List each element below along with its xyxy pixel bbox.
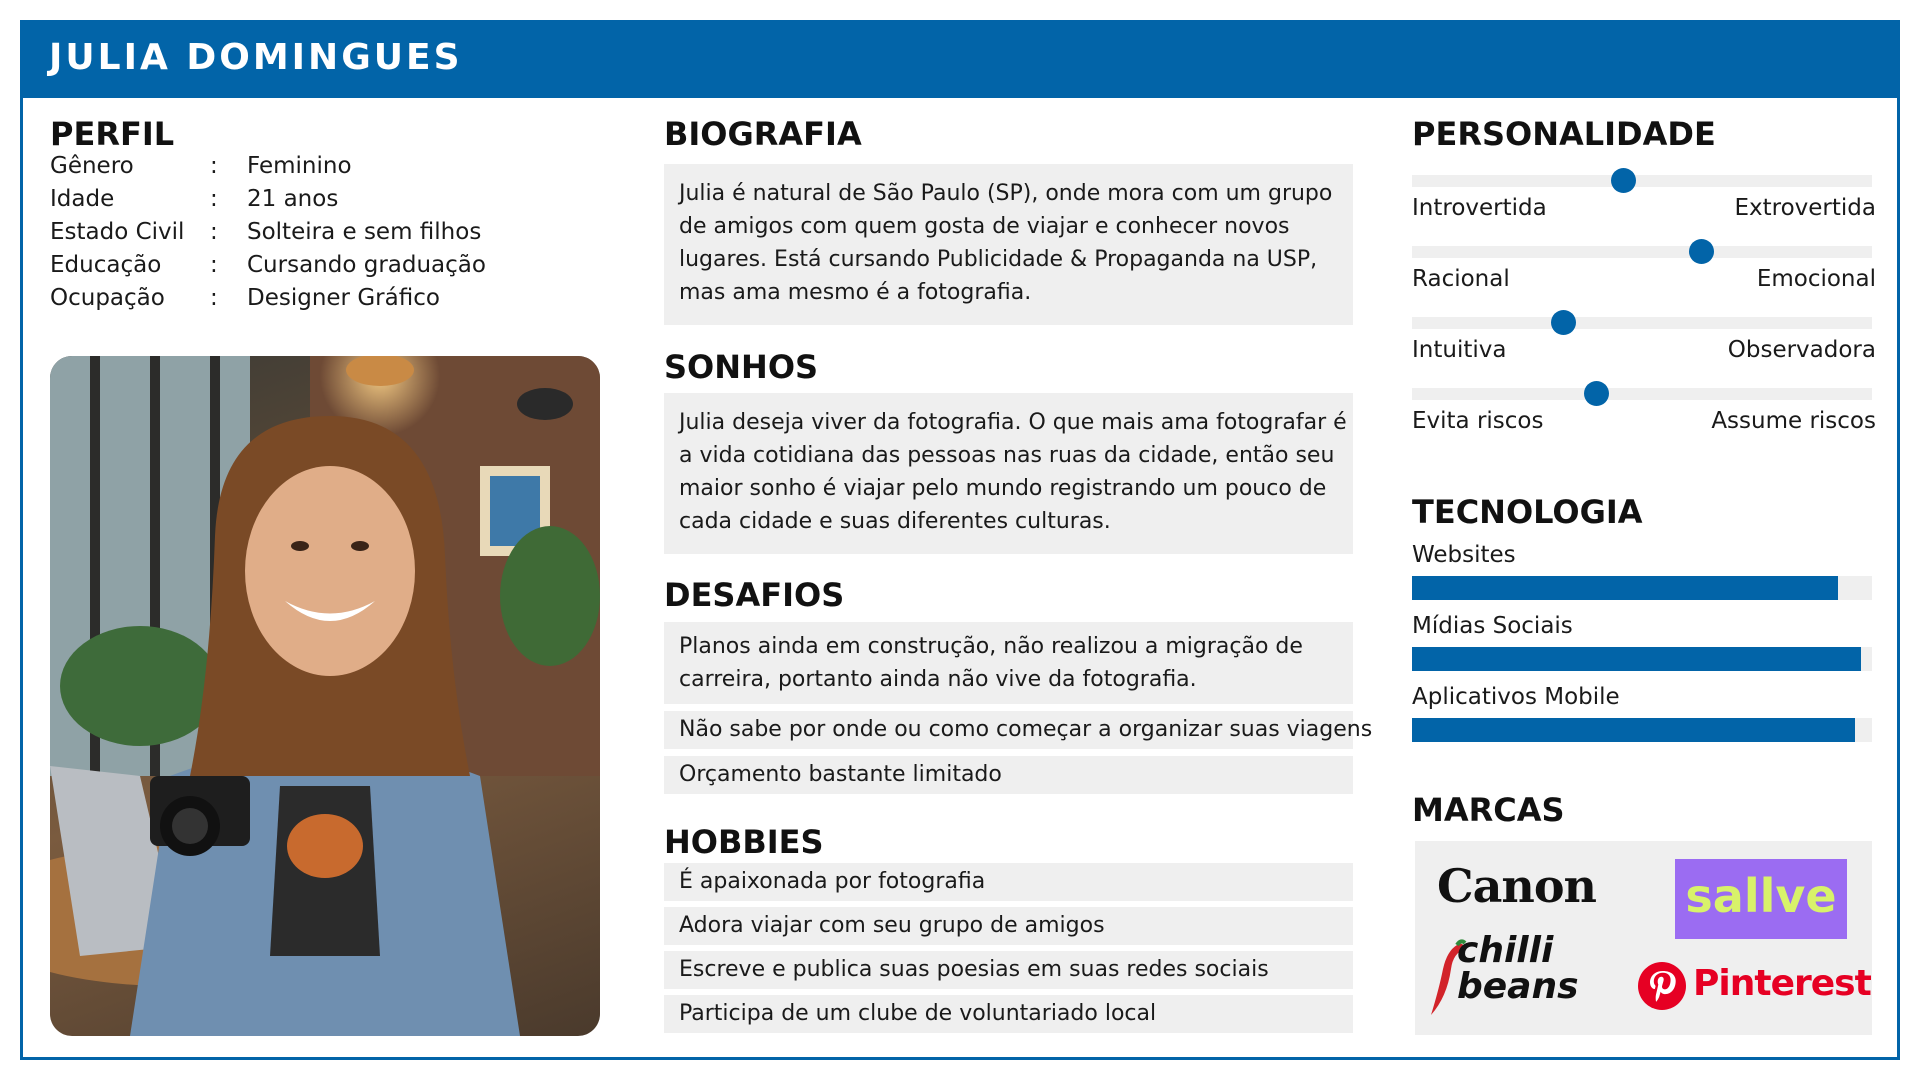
trait-left: Intuitiva (1412, 337, 1507, 363)
profile-separator: : (210, 186, 218, 212)
dreams-box: Julia deseja viver da fotografia. O que … (664, 393, 1353, 554)
profile-label: Educação (50, 252, 162, 278)
profile-value: 21 anos (247, 186, 339, 212)
profile-separator: : (210, 252, 218, 278)
tech-label: Websites (1412, 542, 1516, 568)
personality-slider (1412, 310, 1872, 335)
canon-logo: Canon (1437, 859, 1597, 913)
dreams-line: maior sonho é viajar pelo mundo registra… (679, 476, 1327, 501)
challenge-line: Planos ainda em construção, não realizou… (679, 634, 1303, 659)
technology-title: TECNOLOGIA (1412, 493, 1643, 531)
personality-knob (1551, 310, 1577, 335)
hobby-text: Participa de um clube de voluntariado lo… (679, 1001, 1157, 1026)
challenge-line: carreira, portanto ainda não vive da fot… (679, 667, 1197, 692)
sallve-logo: sallve (1685, 869, 1837, 923)
dreams-line: Julia deseja viver da fotografia. O que … (679, 410, 1347, 435)
pinterest-text: Pinterest (1693, 963, 1872, 1004)
profile-row-age: Idade : 21 anos (50, 186, 610, 219)
trait-left: Introvertida (1412, 195, 1547, 221)
personality-slider (1412, 239, 1872, 264)
hobby-text: Escreve e publica suas poesias em suas r… (679, 957, 1269, 982)
biography-line: Julia é natural de São Paulo (SP), onde … (679, 181, 1333, 206)
challenge-item: Orçamento bastante limitado (664, 756, 1353, 794)
personality-slider (1412, 168, 1872, 193)
persona-photo (50, 356, 600, 1036)
biography-box: Julia é natural de São Paulo (SP), onde … (664, 164, 1353, 325)
dreams-line: cada cidade e suas diferentes culturas. (679, 509, 1111, 534)
header-bar: JULIA DOMINGUES (23, 23, 1897, 98)
profile-value: Solteira e sem filhos (247, 219, 482, 245)
personality-knob (1611, 168, 1637, 193)
tech-bar-fill (1412, 576, 1838, 600)
hobbies-title: HOBBIES (664, 823, 824, 861)
profile-value: Designer Gráfico (247, 285, 440, 311)
tech-label: Aplicativos Mobile (1412, 684, 1620, 710)
tech-bar-fill (1412, 647, 1861, 671)
trait-left: Evita riscos (1412, 408, 1544, 434)
tech-bar (1412, 718, 1872, 742)
pinterest-icon (1638, 962, 1686, 1010)
personality-knob (1583, 381, 1609, 406)
persona-name: JULIA DOMINGUES (49, 37, 463, 78)
dreams-title: SONHOS (664, 348, 819, 386)
challenges-title: DESAFIOS (664, 576, 845, 614)
trait-right: Assume riscos (1711, 408, 1876, 434)
challenge-line: Orçamento bastante limitado (679, 762, 1002, 787)
dreams-line: a vida cotidiana das pessoas nas ruas da… (679, 443, 1335, 468)
challenge-line: Não sabe por onde ou como começar a orga… (679, 717, 1373, 742)
profile-label: Gênero (50, 153, 134, 179)
trait-left: Racional (1412, 266, 1510, 292)
challenge-item: Não sabe por onde ou como começar a orga… (664, 711, 1372, 749)
profile-row-civil-status: Estado Civil : Solteira e sem filhos (50, 219, 610, 252)
tech-bar (1412, 647, 1872, 671)
brands-panel: Canon sallve chilli beans Pinterest (1415, 841, 1872, 1035)
persona-card: JULIA DOMINGUES PERFIL Gênero : Feminino… (20, 20, 1900, 1060)
pinterest-logo: Pinterest (1637, 959, 1872, 1019)
profile-title: PERFIL (50, 115, 175, 153)
biography-line: mas ama mesmo é a fotografia. (679, 280, 1032, 305)
challenge-item: Planos ainda em construção, não realizou… (664, 622, 1353, 704)
profile-separator: : (210, 219, 218, 245)
profile-value: Cursando graduação (247, 252, 486, 278)
profile-label: Ocupação (50, 285, 165, 311)
trait-right: Emocional (1756, 266, 1876, 292)
hobby-text: Adora viajar com seu grupo de amigos (679, 913, 1105, 938)
chilli-beans-logo: chilli beans (1427, 933, 1627, 1023)
tech-bar (1412, 576, 1872, 600)
hobby-item: Escreve e publica suas poesias em suas r… (664, 951, 1353, 989)
hobby-item: Participa de um clube de voluntariado lo… (664, 995, 1353, 1033)
personality-knob (1689, 239, 1715, 264)
trait-right: Extrovertida (1734, 195, 1876, 221)
hobby-item: É apaixonada por fotografia (664, 863, 1353, 901)
hobby-text: É apaixonada por fotografia (679, 869, 986, 894)
sallve-logo-box: sallve (1675, 859, 1847, 939)
chilli-beans-text: chilli beans (1457, 930, 1579, 1007)
personality-slider (1412, 381, 1872, 406)
personality-title: PERSONALIDADE (1412, 115, 1716, 153)
profile-separator: : (210, 285, 218, 311)
profile-value: Feminino (247, 153, 352, 179)
profile-label: Idade (50, 186, 115, 212)
biography-title: BIOGRAFIA (664, 115, 862, 153)
biography-line: de amigos com quem gosta de viajar e con… (679, 214, 1290, 239)
persona-photo-illustration (50, 356, 600, 1036)
profile-label: Estado Civil (50, 219, 185, 245)
hobby-item: Adora viajar com seu grupo de amigos (664, 907, 1353, 945)
profile-row-gender: Gênero : Feminino (50, 153, 610, 186)
profile-separator: : (210, 153, 218, 179)
tech-label: Mídias Sociais (1412, 613, 1573, 639)
biography-line: lugares. Está cursando Publicidade & Pro… (679, 247, 1318, 272)
brands-title: MARCAS (1412, 791, 1565, 829)
profile-row-occupation: Ocupação : Designer Gráfico (50, 285, 610, 318)
trait-right: Observadora (1727, 337, 1876, 363)
tech-bar-fill (1412, 718, 1855, 742)
profile-row-education: Educação : Cursando graduação (50, 252, 610, 285)
